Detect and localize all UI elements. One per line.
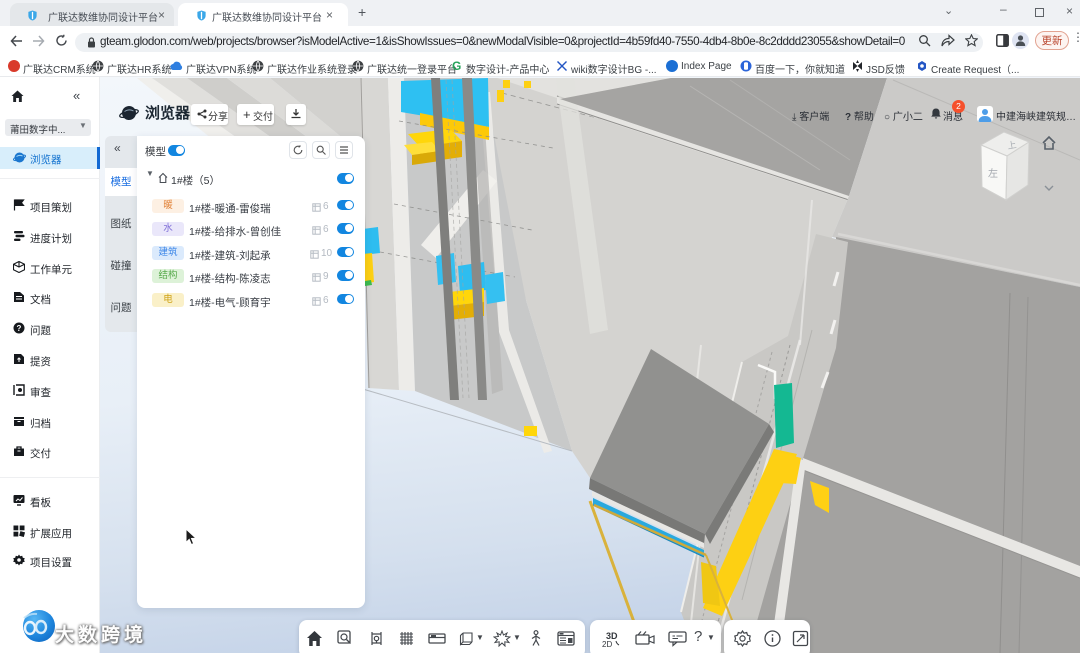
svg-text:?: ? (17, 324, 22, 333)
svg-text:2D: 2D (602, 640, 612, 648)
svg-text:上: 上 (1007, 140, 1018, 151)
svg-text:左: 左 (988, 167, 998, 180)
